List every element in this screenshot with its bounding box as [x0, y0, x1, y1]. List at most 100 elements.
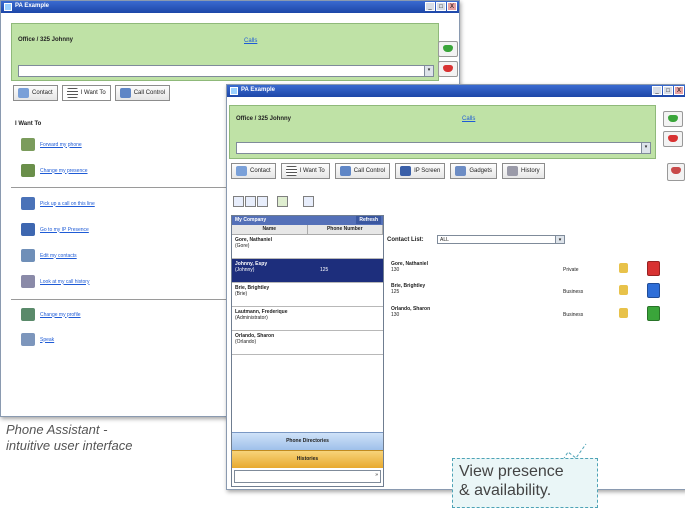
tab-ip-screen[interactable]: IP Screen: [395, 163, 446, 179]
list-icon: [66, 88, 78, 98]
phone-answer-icon: [668, 115, 678, 122]
dial-input[interactable]: ▾: [18, 65, 434, 77]
front-tabbar: Contact I Want To Call Control IP Screen…: [231, 163, 545, 179]
contact-list-label: Contact List:: [387, 237, 424, 243]
contacts-header: My Company Refresh: [232, 216, 383, 225]
contact-row[interactable]: Gore, Nathaniel (Gore): [232, 235, 383, 259]
contact-row[interactable]: Orlando, Sharon (Orlando): [232, 331, 383, 355]
profile-icon: [21, 308, 35, 321]
add-contact-icon[interactable]: [233, 196, 244, 207]
front-window-title: PA Example: [241, 87, 276, 93]
contact-card-icon: [236, 166, 247, 176]
phone-answer-icon: [443, 45, 453, 52]
headset-button[interactable]: [667, 163, 685, 181]
contact-entry[interactable]: Brie, Brightley 125: [391, 283, 425, 295]
forward-icon: [21, 138, 35, 151]
dial-input[interactable]: ▾: [236, 142, 651, 154]
phone-directories-button[interactable]: Phone Directories: [232, 432, 383, 450]
speak-icon: [21, 333, 35, 346]
calls-link[interactable]: Calls: [462, 116, 475, 122]
phone-icon: [119, 88, 131, 98]
maximize-button[interactable]: □: [663, 86, 673, 95]
ip-phone-icon: [21, 223, 35, 236]
tab-call-control[interactable]: Call Control: [114, 85, 171, 101]
histories-button[interactable]: Histories: [232, 450, 383, 468]
minimize-button[interactable]: _: [425, 2, 435, 11]
tab-gadgets[interactable]: Gadgets: [450, 163, 497, 179]
refresh-button[interactable]: Refresh: [356, 216, 381, 224]
want-item-speak[interactable]: Speak: [21, 333, 54, 346]
back-window-title: PA Example: [15, 3, 50, 9]
gadget-icon: [455, 166, 467, 176]
app-icon: [4, 3, 12, 11]
presence-person-icon: [619, 263, 628, 273]
contact-entry[interactable]: Gore, Nathaniel 130: [391, 261, 428, 273]
chevron-down-icon[interactable]: ▾: [555, 236, 564, 243]
contact-status: Business: [563, 312, 584, 318]
contacts-panel: My Company Refresh Name Phone Number Gor…: [231, 215, 384, 487]
column-name[interactable]: Name: [232, 225, 308, 234]
tab-i-want-to[interactable]: I Want To: [280, 163, 330, 179]
presence-person-icon: [619, 308, 628, 318]
contact-status: Private: [563, 267, 579, 273]
close-button[interactable]: X: [674, 86, 684, 95]
contacts-columns: Name Phone Number: [232, 225, 383, 235]
want-item-history[interactable]: Look at my call history: [21, 275, 89, 288]
app-icon: [230, 87, 238, 95]
contact-row-selected[interactable]: Johnny, Espy (Johnny) 125: [232, 259, 383, 283]
calls-link[interactable]: Calls: [244, 38, 257, 44]
contact-row[interactable]: Lautmann, Frederique (Administrator): [232, 307, 383, 331]
away-status-icon: [647, 283, 660, 298]
want-heading: I Want To: [15, 121, 42, 127]
headset-icon: [671, 167, 681, 174]
chevron-down-icon[interactable]: ▾: [424, 66, 433, 76]
busy-status-icon: [647, 261, 660, 276]
phone-icon: [339, 166, 351, 176]
delete-contact-icon[interactable]: [257, 196, 268, 207]
options-icon[interactable]: [303, 196, 314, 207]
contacts-icon: [21, 249, 35, 262]
tab-call-control[interactable]: Call Control: [334, 163, 391, 179]
minimize-button[interactable]: _: [652, 86, 662, 95]
pickup-icon: [21, 197, 35, 210]
maximize-button[interactable]: □: [436, 2, 446, 11]
hangup-button[interactable]: [663, 131, 683, 147]
answer-button[interactable]: [663, 111, 683, 127]
want-item-profile[interactable]: Change my profile: [21, 308, 81, 321]
edit-contact-icon[interactable]: [245, 196, 256, 207]
filter-icon[interactable]: [277, 196, 288, 207]
contact-entry[interactable]: Orlando, Sharon 130: [391, 306, 430, 318]
list-icon: [285, 166, 297, 176]
chevron-right-icon[interactable]: »: [375, 472, 378, 478]
hangup-button[interactable]: [438, 61, 458, 77]
want-item-ip-presence[interactable]: Go to my IP Presence: [21, 223, 89, 236]
back-tabbar: Contact I Want To Call Control: [13, 85, 171, 101]
column-phone[interactable]: Phone Number: [308, 225, 383, 234]
available-status-icon: [647, 306, 660, 321]
phone-hangup-icon: [668, 135, 678, 142]
tab-contact[interactable]: Contact: [231, 163, 276, 179]
contact-row[interactable]: Brie, Brightley (Brie): [232, 283, 383, 307]
want-item-edit-contacts[interactable]: Edit my contacts: [21, 249, 77, 262]
presence-icon: [21, 164, 35, 177]
want-item-pickup[interactable]: Pick up a call on this line: [21, 197, 95, 210]
tab-history[interactable]: History: [502, 163, 545, 179]
presence-callout: View presence & availability.: [452, 458, 598, 508]
tab-contact[interactable]: Contact: [13, 85, 58, 101]
want-item-forward[interactable]: Forward my phone: [21, 138, 82, 151]
close-button[interactable]: X: [447, 2, 457, 11]
contact-search-input[interactable]: »: [234, 470, 381, 483]
presence-person-icon: [619, 285, 628, 295]
line-status: Office / 325 Johnny: [18, 37, 74, 43]
answer-button[interactable]: [438, 41, 458, 57]
back-window-titlebar[interactable]: PA Example _ □ X: [1, 1, 459, 13]
monitor-icon: [400, 166, 412, 176]
front-window-titlebar[interactable]: PA Example _ □ X: [227, 85, 685, 97]
contact-list-select[interactable]: ALL ▾: [437, 235, 565, 244]
front-status-panel: Office / 325 Johnny Calls ▾: [229, 105, 656, 159]
caption: Phone Assistant - intuitive user interfa…: [6, 422, 133, 453]
contact-status: Business: [563, 289, 584, 295]
want-item-presence[interactable]: Change my presence: [21, 164, 88, 177]
tab-i-want-to[interactable]: I Want To: [61, 85, 111, 101]
chevron-down-icon[interactable]: ▾: [641, 143, 650, 153]
